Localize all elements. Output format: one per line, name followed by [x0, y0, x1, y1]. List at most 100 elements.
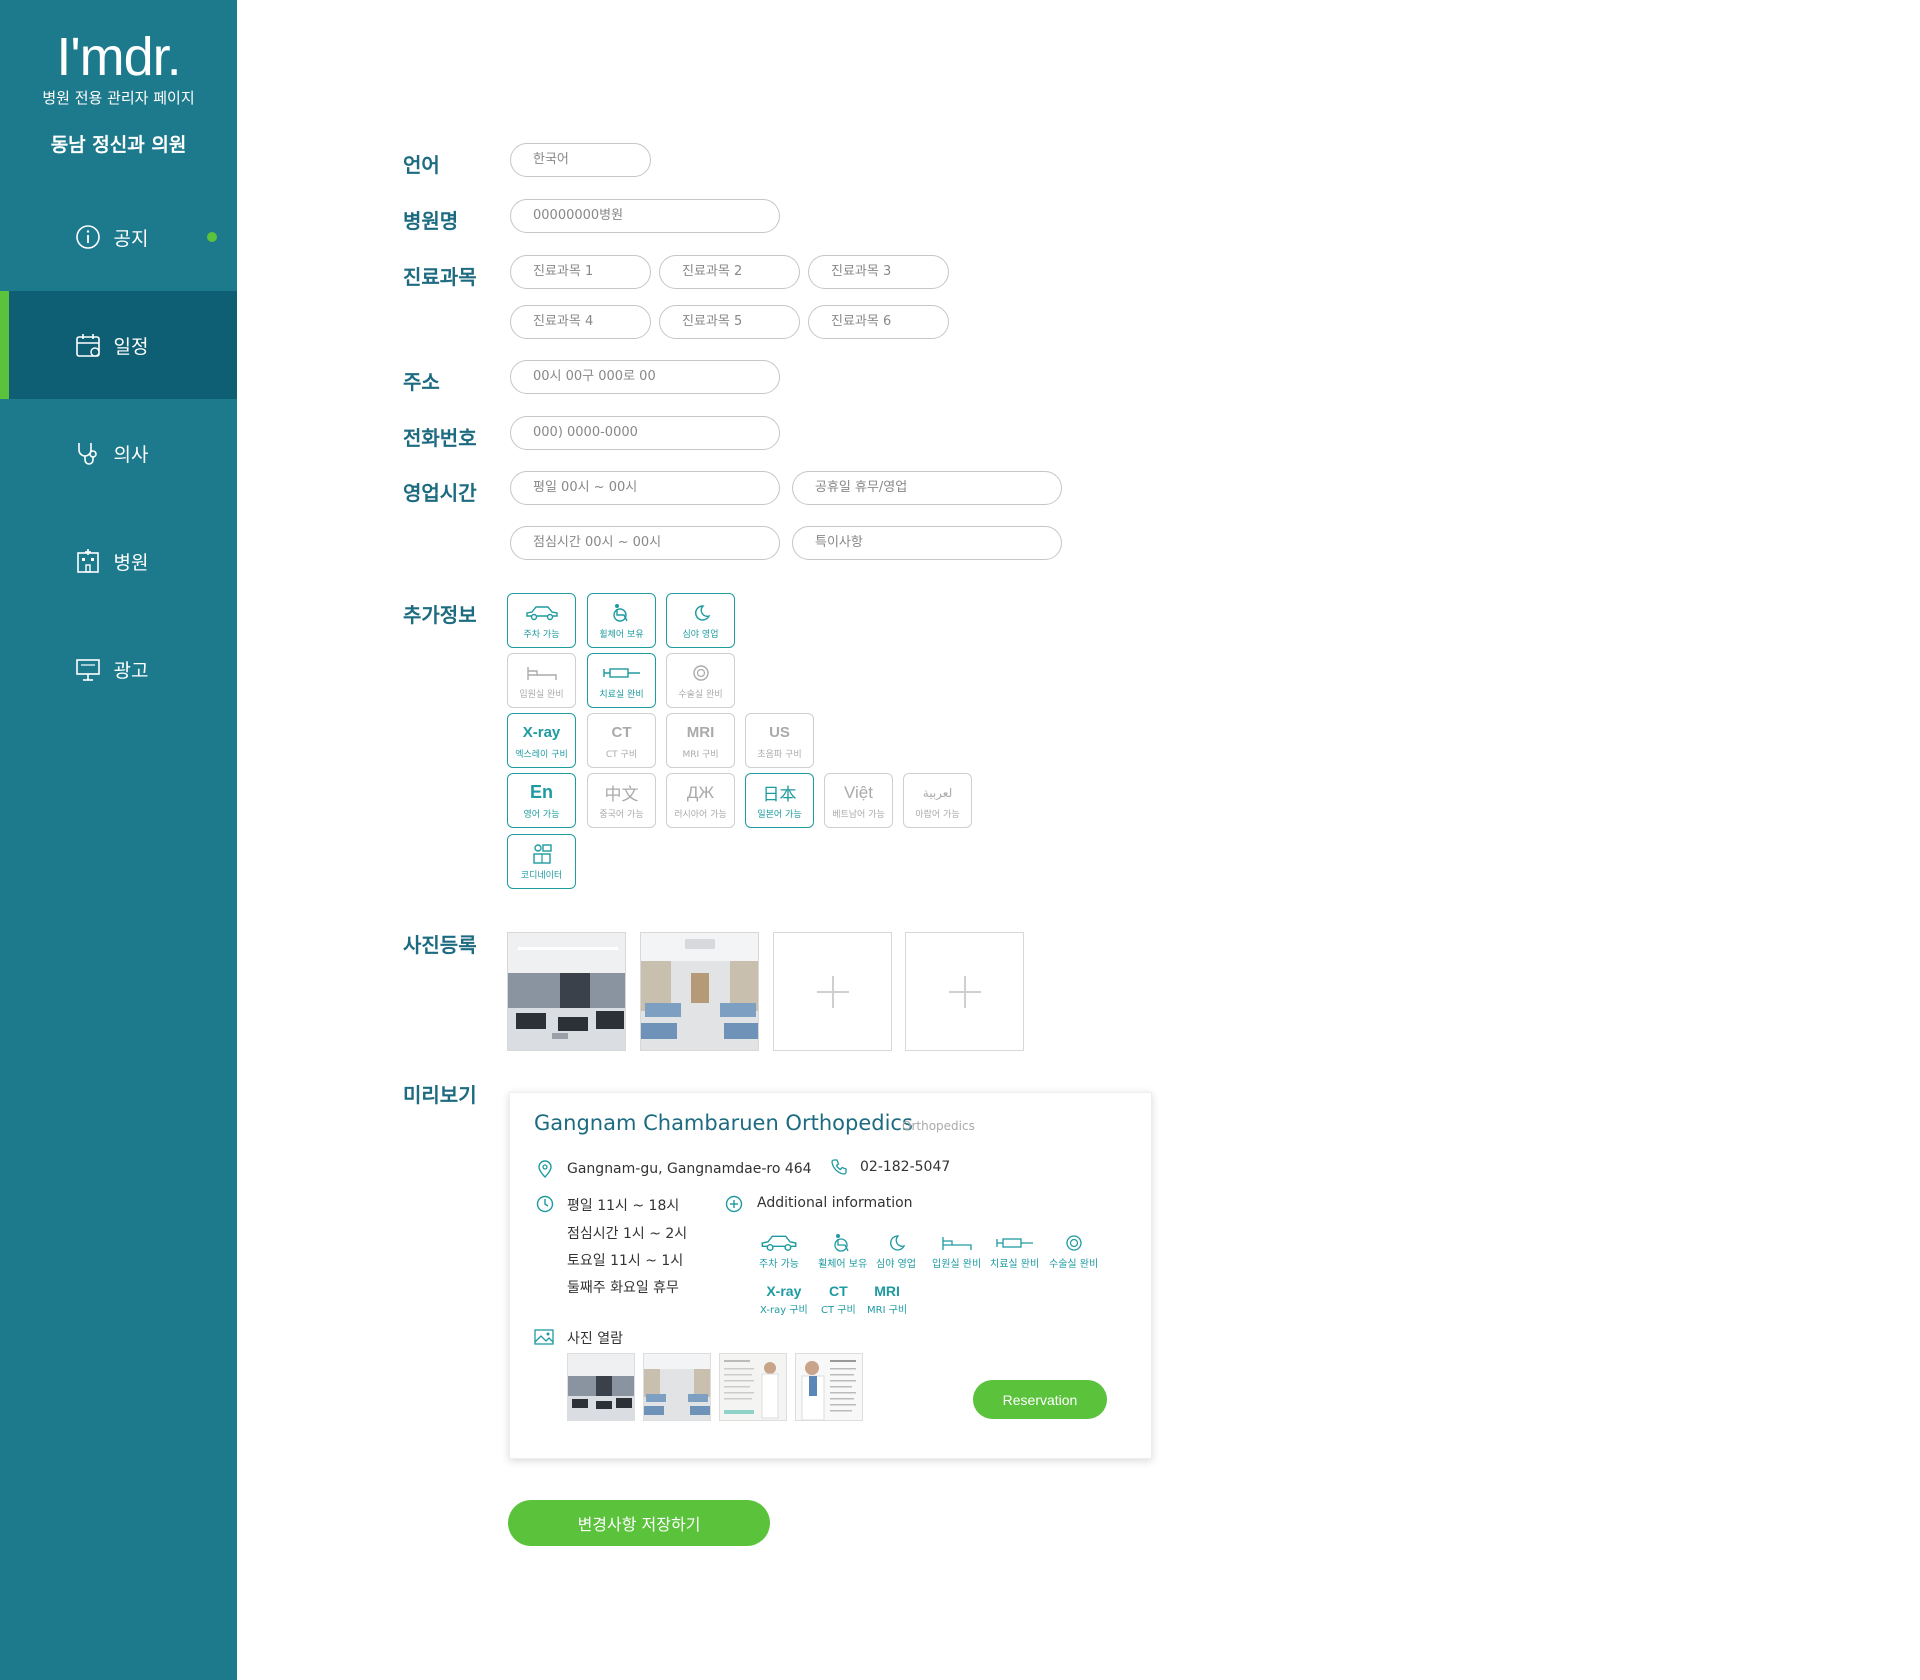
sidebar-item-schedule[interactable]: 일정 [0, 291, 237, 399]
sidebar: I'mdr. 병원 전용 관리자 페이지 동남 정신과 의원 공지 일정 의사 … [0, 0, 237, 1680]
preview-hours-line: 점심시간 1시 ~ 2시 [567, 1226, 688, 1242]
department-field-2[interactable]: 진료과목 2 [659, 255, 800, 289]
address-field[interactable]: 00시 00구 000로 00 [510, 360, 780, 394]
feature-label: 베트남어 가능 [832, 809, 885, 820]
equipment-label: X-ray 구비 [760, 1305, 808, 1316]
feature-night[interactable]: 심야 영업 [666, 593, 735, 648]
sidebar-item-doctor[interactable]: 의사 [0, 399, 237, 507]
preview-hours-line: 둘째주 화요일 휴무 [567, 1280, 679, 1296]
department-field-5[interactable]: 진료과목 5 [659, 305, 800, 339]
feature-japanese[interactable]: 日本 일본어 가능 [745, 773, 814, 828]
feature-label: 아랍어 가능 [915, 809, 960, 820]
bed-icon [526, 662, 558, 684]
weekday-hours-field[interactable]: 평일 00시 ~ 00시 [510, 471, 780, 505]
feature-code: 中文 [604, 785, 639, 804]
preview-amenity-parking: 주차 가능 [759, 1233, 799, 1270]
reservation-button[interactable]: Reservation [973, 1380, 1107, 1419]
gallery-thumb[interactable] [567, 1353, 635, 1421]
feature-label: 코디네이터 [520, 870, 563, 881]
feature-russian[interactable]: ДЖ 러시아어 가능 [666, 773, 735, 828]
amenity-label: 치료실 완비 [990, 1259, 1040, 1270]
uploaded-photo-1[interactable] [507, 932, 626, 1051]
feature-english[interactable]: En 영어 가능 [507, 773, 576, 828]
add-photo-button[interactable] [905, 932, 1024, 1051]
photos-label: 사진등록 [403, 933, 477, 957]
preview-amenity-surgery: 수술실 완비 [1049, 1233, 1098, 1270]
sidebar-item-hospital[interactable]: 병원 [0, 507, 237, 615]
bed-icon [941, 1237, 972, 1250]
language-select[interactable]: 한국어 [510, 143, 651, 177]
preview-gallery-label: 사진 열람 [567, 1331, 623, 1347]
save-changes-button[interactable]: 변경사항 저장하기 [508, 1500, 770, 1546]
feature-code: Việt [844, 782, 873, 802]
preview-amenity-wheelchair: 휠체어 보유 [818, 1233, 867, 1270]
department-field-6[interactable]: 진료과목 6 [808, 305, 949, 339]
feature-label: 일본어 가능 [757, 809, 802, 820]
sidebar-item-ad[interactable]: 광고 [0, 615, 237, 723]
feature-label: CT 구비 [605, 749, 638, 760]
feature-xray[interactable]: X-ray 엑스레이 구비 [507, 713, 576, 768]
department-field-3[interactable]: 진료과목 3 [808, 255, 949, 289]
feature-treatment[interactable]: 치료실 완비 [587, 653, 656, 708]
feature-code: لعربية [922, 785, 953, 800]
notification-dot [207, 232, 217, 242]
feature-code: X-ray [522, 724, 561, 741]
sidebar-item-label: 의사 [113, 443, 149, 466]
department-field-1[interactable]: 진료과목 1 [510, 255, 651, 289]
preview-equipment-xray: X-ray X-ray 구비 [760, 1283, 808, 1316]
equipment-label: CT 구비 [821, 1305, 856, 1316]
equipment-code: MRI [874, 1283, 900, 1299]
feature-surgery[interactable]: 수술실 완비 [666, 653, 735, 708]
preview-amenity-treatment: 치료실 완비 [990, 1233, 1039, 1270]
sidebar-item-label: 광고 [113, 659, 149, 682]
feature-parking[interactable]: 주차 가능 [507, 593, 576, 648]
preview-department: Orthopedics [902, 1119, 975, 1133]
preview-hours-line: 토요일 11시 ~ 1시 [567, 1253, 684, 1269]
preview-phone: 02-182-5047 [860, 1159, 951, 1175]
feature-label: 초음파 구비 [757, 749, 802, 760]
phone-field[interactable]: 000) 0000-0000 [510, 416, 780, 450]
sidebar-item-notice[interactable]: 공지 [0, 183, 237, 291]
feature-mri[interactable]: MRI MRI 구비 [666, 713, 735, 768]
amenity-label: 입원실 완비 [932, 1259, 982, 1270]
preview-card: Gangnam Chambaruen Orthopedics Orthopedi… [509, 1092, 1152, 1459]
feature-chinese[interactable]: 中文 중국어 가능 [587, 773, 656, 828]
holiday-hours-field[interactable]: 공휴일 휴무/영업 [792, 471, 1062, 505]
feature-vietnamese[interactable]: Việt 베트남어 가능 [824, 773, 893, 828]
lunch-hours-field[interactable]: 점심시간 00시 ~ 00시 [510, 526, 780, 560]
moon-icon [691, 602, 711, 624]
hospital-name-field[interactable]: 00000000병원 [510, 199, 780, 233]
gallery-thumb[interactable] [719, 1353, 787, 1421]
feature-arabic[interactable]: لعربية 아랍어 가능 [903, 773, 972, 828]
gallery-thumb[interactable] [643, 1353, 711, 1421]
surgery-icon [691, 662, 711, 684]
feature-ct[interactable]: CT CT 구비 [587, 713, 656, 768]
uploaded-photo-2[interactable] [640, 932, 759, 1051]
amenity-label: 수술실 완비 [1049, 1259, 1099, 1270]
feature-label: 엑스레이 구비 [515, 749, 568, 760]
extra-info-label: 추가정보 [403, 603, 477, 627]
add-photo-button[interactable] [773, 932, 892, 1051]
special-notes-field[interactable]: 특이사항 [792, 526, 1062, 560]
clock-icon [536, 1195, 554, 1213]
preview-equipment-ct: CT CT 구비 [821, 1283, 856, 1316]
feature-ultrasound[interactable]: US 초음파 구비 [745, 713, 814, 768]
logo: I'mdr. [56, 27, 181, 87]
gallery-thumb[interactable] [795, 1353, 863, 1421]
feature-label: 주차 가능 [523, 629, 560, 640]
feature-coordinator[interactable]: 코디네이터 [507, 834, 576, 889]
feature-label: 치료실 완비 [599, 689, 644, 700]
feature-code: CT [611, 724, 632, 741]
feature-label: 중국어 가능 [599, 809, 644, 820]
preview-amenity-inpatient: 입원실 완비 [932, 1233, 981, 1270]
syringe-icon [602, 662, 642, 684]
department-field-4[interactable]: 진료과목 4 [510, 305, 651, 339]
feature-label: 러시아어 가능 [674, 809, 727, 820]
feature-inpatient[interactable]: 입원실 완비 [507, 653, 576, 708]
sidebar-nav: 공지 일정 의사 병원 광고 [0, 183, 237, 723]
feature-code: US [769, 724, 790, 741]
logo-subtitle: 병원 전용 관리자 페이지 [42, 89, 195, 107]
amenity-label: 심야 영업 [876, 1259, 916, 1270]
feature-wheelchair[interactable]: 휠체어 보유 [587, 593, 656, 648]
car-icon [761, 1235, 797, 1251]
